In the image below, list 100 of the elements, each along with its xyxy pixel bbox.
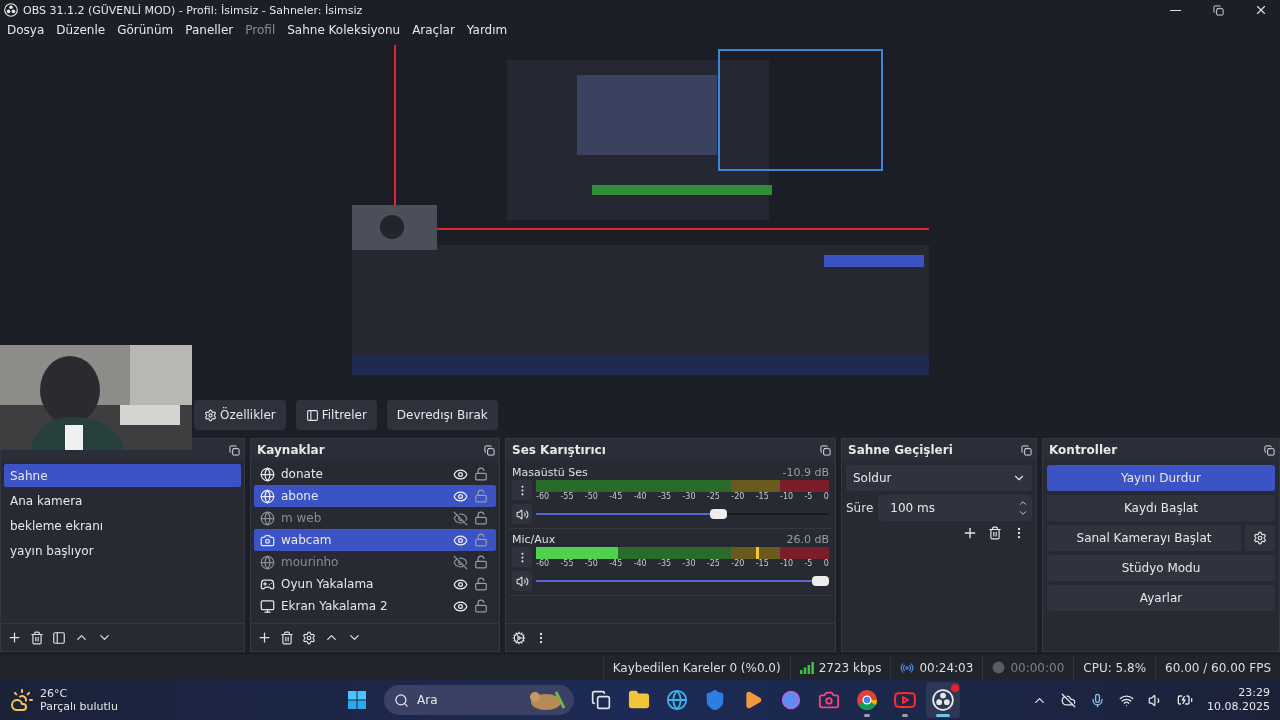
menu-item[interactable]: Yardım: [460, 23, 514, 37]
camera-icon: [260, 532, 275, 548]
channel-reading: -10.9 dB: [782, 466, 829, 479]
scale-label: -25: [706, 559, 720, 570]
gamepad-icon: [260, 576, 275, 592]
wifi-icon[interactable]: [1119, 692, 1134, 708]
settings-button[interactable]: [1245, 525, 1275, 551]
eye-icon[interactable]: [453, 488, 468, 504]
search-field[interactable]: Ara: [384, 685, 574, 715]
fps: 60.00 / 60.00 FPS: [1165, 660, 1271, 675]
monitor-icon: [260, 598, 275, 614]
eye-off-icon[interactable]: [453, 510, 468, 526]
panel-title: Sahne Geçişleri: [848, 443, 953, 457]
source-item[interactable]: wabcam: [254, 529, 496, 551]
toolbar-button[interactable]: Filtreler: [295, 400, 377, 430]
panel-title: Kaynaklar: [257, 443, 325, 457]
colorful-circle-icon: [781, 690, 801, 710]
scale-label: 0: [823, 559, 829, 570]
menu-button[interactable]: [512, 547, 532, 567]
slider-thumb[interactable]: [709, 509, 727, 519]
toolbar-button[interactable]: Devredışı Bırak: [386, 400, 498, 430]
gear-icon: [204, 408, 217, 422]
close-icon: [1254, 3, 1268, 17]
toolbar-button[interactable]: Özellikler: [194, 400, 286, 430]
obs-logo-icon: [4, 3, 18, 17]
float-panel-icon: [229, 444, 240, 456]
mute-button[interactable]: [512, 571, 532, 591]
channel-name: Mic/Aux: [512, 533, 556, 546]
cloud-off-icon[interactable]: [1061, 692, 1076, 708]
scale-label: -10: [780, 559, 794, 570]
unlock-icon[interactable]: [474, 577, 488, 591]
duration-field[interactable]: 100 ms: [878, 495, 1032, 521]
signal-bars-icon: [799, 661, 814, 674]
menu-button[interactable]: [512, 480, 532, 500]
globe-icon: [260, 466, 275, 482]
mute-button[interactable]: [512, 504, 532, 524]
cpu-usage: CPU: 5.8%: [1083, 660, 1147, 675]
scale-label: -10: [780, 492, 794, 503]
control-button[interactable]: Ayarlar: [1047, 585, 1275, 611]
play-icon: [743, 690, 763, 710]
source-item[interactable]: Ekran Yakalama 2: [254, 595, 496, 617]
eye-icon[interactable]: [453, 598, 468, 614]
scale-label: -15: [755, 492, 769, 503]
eye-icon[interactable]: [453, 532, 468, 548]
scale-label: -20: [731, 492, 745, 503]
record-time: 00:00:00: [1010, 660, 1065, 675]
menu-item[interactable]: Araçlar: [406, 23, 461, 37]
eye-off-icon[interactable]: [453, 554, 468, 570]
panel-icon: [305, 408, 319, 422]
source-item[interactable]: Oyun Yakalama: [254, 573, 496, 595]
unlock-icon[interactable]: [474, 511, 488, 525]
transition-dropdown[interactable]: Soldur: [846, 465, 1032, 491]
down-icon[interactable]: [1018, 508, 1028, 518]
scene-item[interactable]: Sahne: [4, 464, 241, 487]
microphone-icon[interactable]: [1090, 692, 1105, 708]
clock-time[interactable]: 23:29: [1238, 686, 1270, 700]
control-button[interactable]: Stüdyo Modu: [1047, 555, 1275, 581]
clock-date[interactable]: 10.08.2025: [1207, 700, 1270, 714]
scale-label: -20: [731, 559, 745, 570]
add-icon: [7, 630, 22, 645]
unlock-icon[interactable]: [474, 555, 488, 569]
globe-icon: [260, 554, 275, 570]
scene-item[interactable]: bekleme ekranı: [4, 514, 241, 537]
broadcast-icon: [900, 660, 915, 675]
source-item[interactable]: donate: [254, 463, 496, 485]
battery-icon[interactable]: [1177, 692, 1193, 708]
up-icon[interactable]: [1018, 498, 1028, 508]
slider-thumb[interactable]: [812, 576, 829, 586]
source-item[interactable]: abone: [254, 485, 496, 507]
scale-label: -40: [633, 559, 647, 570]
float-panel-icon: [820, 444, 831, 456]
source-name: wabcam: [281, 533, 333, 547]
source-name: m web: [281, 511, 323, 525]
scene-item[interactable]: Ana kamera: [4, 489, 241, 512]
unlock-icon[interactable]: [474, 599, 488, 613]
control-button[interactable]: Sanal Kamerayı Başlat: [1047, 525, 1241, 551]
menu-item[interactable]: Dosya: [1, 23, 51, 37]
menu-item[interactable]: Görünüm: [111, 23, 180, 37]
scene-item[interactable]: yayın başlıyor: [4, 539, 241, 562]
float-panel-icon: [1264, 444, 1275, 456]
dropped-frames: Kaybedilen Kareler 0 (%0.0): [612, 660, 781, 675]
menu-item[interactable]: Paneller: [179, 23, 240, 37]
source-item[interactable]: m web: [254, 507, 496, 529]
menu-item[interactable]: Sahne Koleksiyonu: [281, 23, 407, 37]
globe-icon: [666, 689, 688, 711]
menu-item[interactable]: Düzenle: [50, 23, 112, 37]
duration-label: Süre: [846, 501, 874, 515]
scale-label: -30: [682, 492, 696, 503]
windows-stack-icon: [591, 690, 611, 710]
eye-icon[interactable]: [453, 466, 468, 482]
control-button[interactable]: Kaydı Başlat: [1047, 495, 1275, 521]
globe-icon: [260, 488, 275, 504]
weather-text: Parçalı bulutlu: [40, 700, 118, 713]
eye-icon[interactable]: [453, 576, 468, 592]
taskbar-app[interactable]: [926, 682, 960, 718]
control-button[interactable]: Yayını Durdur: [1047, 465, 1275, 491]
source-item[interactable]: mourinho: [254, 551, 496, 573]
minimize-icon: [1169, 9, 1181, 11]
camera-icon: [818, 689, 840, 711]
unlock-icon[interactable]: [474, 467, 488, 481]
